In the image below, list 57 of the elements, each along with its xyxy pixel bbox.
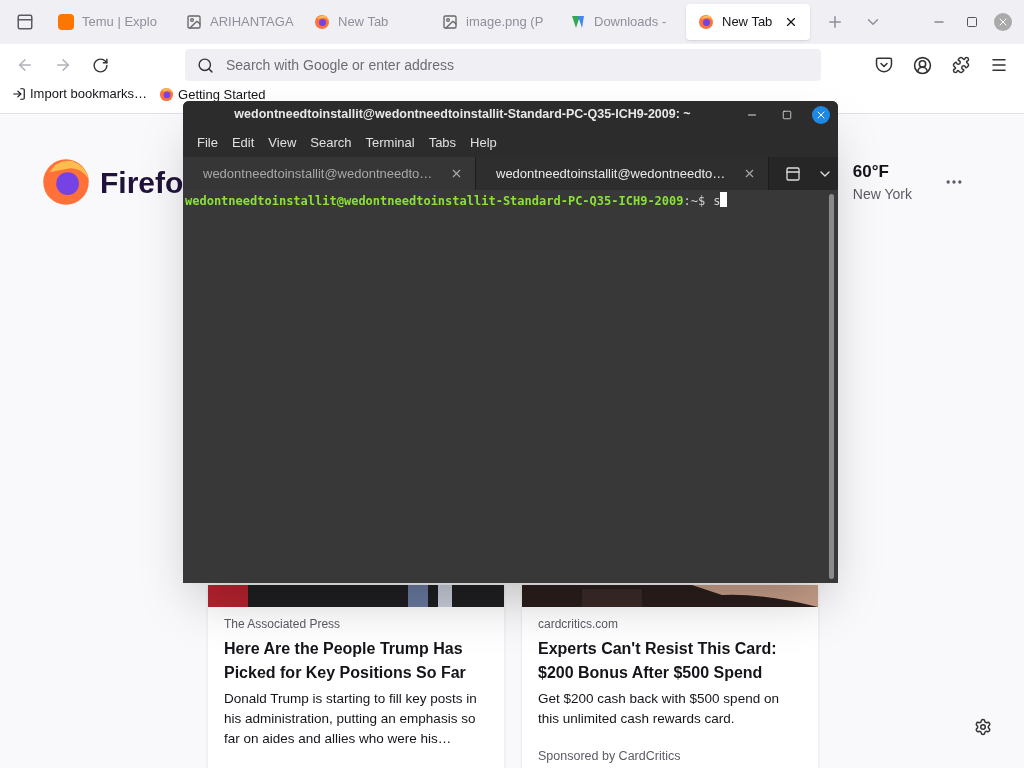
weather-temperature: 60°F: [852, 160, 890, 183]
story-source: cardcritics.com: [538, 616, 619, 633]
import-icon: [12, 87, 26, 101]
prompt-user-host: wedontneedtoinstallit@wedontneedtoinstallit-Standard-PC-Q35-ICH9-2009: [185, 193, 684, 210]
logo-wordmark: Firefo: [100, 164, 184, 201]
menu-item[interactable]: Search: [304, 132, 358, 153]
shop-icon: [58, 14, 74, 30]
bookmark[interactable]: Getting Started: [159, 87, 266, 102]
text-cursor: [720, 192, 728, 207]
menu-icon[interactable]: [990, 56, 1008, 74]
image-icon: [186, 14, 202, 30]
story-excerpt: Get $200 cash back with $500 spend on this unlimited cash rewards card.: [538, 690, 780, 728]
bookmark[interactable]: Import bookmarks…: [12, 87, 148, 101]
menu-item[interactable]: Edit: [225, 132, 261, 153]
menu-item[interactable]: Help: [464, 132, 503, 153]
story-title: Experts Can't Resist This Card: $200 Bonus After $500 Spend: [538, 639, 778, 683]
account-icon[interactable]: [913, 55, 932, 75]
pocket-icon[interactable]: [875, 56, 893, 74]
address-bar[interactable]: Search with Google or enter address: [185, 49, 821, 81]
sponsor-label: Sponsored by CardCritics: [538, 748, 682, 765]
settings-icon[interactable]: [974, 718, 992, 736]
tab-title: New Tab: [338, 13, 390, 32]
browser-tab[interactable]: New Tab: [686, 4, 810, 40]
address-input[interactable]: Search with Google or enter address: [226, 54, 809, 76]
prompt-path: :~$: [683, 193, 706, 210]
menu-item[interactable]: View: [262, 132, 303, 153]
story-excerpt: Donald Trump is starting to fill key posts in his administration, putting an emphasis so far on aides and allies who were his…: [224, 690, 478, 748]
tab-title: wedontneedtoinstallit@wedontneedto…: [495, 164, 727, 183]
tab-title: Temu | Explo: [82, 13, 158, 32]
reload-icon[interactable]: [92, 56, 109, 74]
maximize-icon[interactable]: [966, 16, 978, 28]
tab-title: wedontneedtoinstallit@wedontneedto…: [202, 164, 434, 183]
story-title: Here Are the People Trump Has Picked for Key Positions So Far: [224, 639, 467, 683]
story-source: The Associated Press: [224, 616, 342, 633]
image-icon: [442, 14, 458, 30]
story-card[interactable]: cardcritics.com Experts Can't Resist This Card: $200 Bonus After $500 Spend Get $200 cash back with $500 spend on this unlimited cash rewards card. Sponsored by CardCritics: [522, 585, 818, 768]
tab-title: image.png (P: [466, 13, 544, 32]
terminal-tab[interactable]: wedontneedtoinstallit@wedontneedto…: [476, 157, 769, 190]
weather-city: New York: [852, 185, 912, 205]
new-tab-icon[interactable]: [785, 165, 801, 182]
window-title: wedontneedtoinstallit@wedontneedtoinstallit-Standard-PC-Q35-ICH9-2009: ~: [234, 106, 691, 124]
scrollbar[interactable]: [829, 194, 834, 579]
tab-title: Downloads -: [594, 13, 668, 32]
menu-item[interactable]: File: [191, 132, 224, 153]
menu-item[interactable]: Tabs: [422, 132, 463, 153]
story-card[interactable]: [208, 585, 504, 768]
close-icon[interactable]: [743, 167, 756, 180]
search-icon: [197, 56, 214, 74]
close-icon[interactable]: [784, 15, 798, 29]
tab-title: ARIHANTAGA: [210, 13, 294, 32]
terminal-tab[interactable]: wedontneedtoinstallit@wedontneedto…: [183, 157, 476, 190]
menu-item[interactable]: Terminal: [359, 132, 421, 153]
tab-list-icon[interactable]: [16, 13, 34, 31]
close-icon[interactable]: [812, 105, 830, 124]
extensions-icon[interactable]: [952, 56, 970, 74]
command-input[interactable]: s: [713, 192, 721, 210]
tab-title: New Tab: [722, 13, 774, 32]
